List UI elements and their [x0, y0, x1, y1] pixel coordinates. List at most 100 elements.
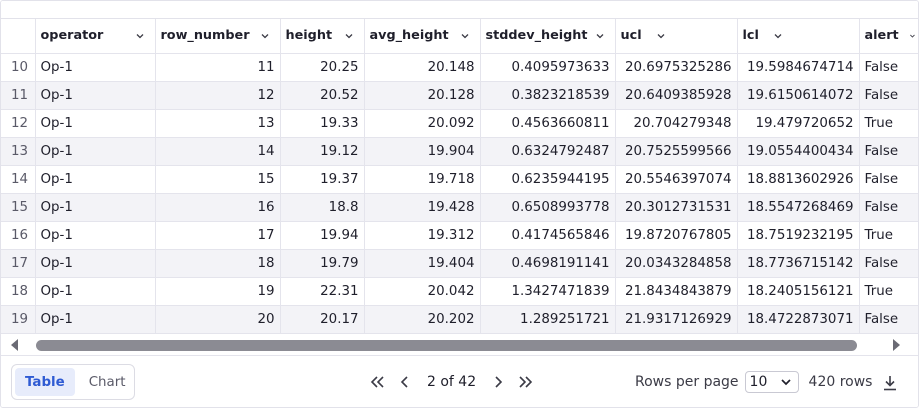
row-index: 14	[1, 165, 36, 194]
pagination: 2 of 42	[367, 370, 536, 394]
chevron-down-icon[interactable]	[909, 31, 916, 41]
cell-ucl: 20.3012731531	[615, 193, 738, 222]
cell-ucl: 20.5546397074	[615, 165, 738, 194]
scroll-left-arrow-icon[interactable]	[9, 338, 21, 352]
table-row[interactable]: 11 Op-1 12 20.52 20.128 0.3823218539 20.640938…	[1, 81, 918, 110]
chart-view-tab[interactable]: Chart	[79, 368, 136, 396]
horizontal-scrollbar[interactable]	[1, 333, 918, 355]
cell-alert: False	[859, 305, 918, 333]
row-index: 18	[1, 277, 36, 306]
cell-operator: Op-1	[35, 221, 156, 250]
header-avg-height[interactable]: avg_height	[364, 19, 481, 54]
rows-per-page-select[interactable]: 10	[744, 371, 799, 393]
cell-stddev-height: 0.3823218539	[480, 81, 616, 110]
download-icon[interactable]	[881, 374, 899, 392]
cell-lcl: 19.479720652	[737, 109, 860, 138]
chevron-down-icon[interactable]	[135, 31, 145, 41]
cell-row-number: 11	[155, 53, 281, 82]
cell-ucl: 19.8720767805	[615, 221, 738, 250]
header-label: lcl	[742, 28, 759, 44]
cell-height: 20.25	[280, 53, 365, 82]
prev-page-button[interactable]	[395, 372, 415, 392]
cell-ucl: 20.6975325286	[615, 53, 738, 82]
cell-ucl: 21.9317126929	[615, 305, 738, 333]
cell-row-number: 14	[155, 137, 281, 166]
cell-alert: False	[859, 193, 918, 222]
cell-alert: True	[859, 277, 918, 306]
chevron-down-icon[interactable]	[344, 31, 354, 41]
toolbar-strip	[1, 1, 918, 19]
header-operator[interactable]: operator	[35, 19, 156, 54]
cell-lcl: 19.0554400434	[737, 137, 860, 166]
table-row[interactable]: 17 Op-1 18 19.79 19.404 0.4698191141 20.034328…	[1, 249, 918, 278]
scroll-right-arrow-icon[interactable]	[890, 338, 902, 352]
header-row-number[interactable]: row_number	[155, 19, 281, 54]
header-lcl[interactable]: lcl	[737, 19, 860, 54]
table-row[interactable]: 10 Op-1 11 20.25 20.148 0.4095973633 20.697532…	[1, 53, 918, 82]
rows-per-page-label: Rows per page	[635, 374, 739, 390]
cell-lcl: 18.2405156121	[737, 277, 860, 306]
chevron-down-icon	[780, 379, 791, 386]
table-row[interactable]: 19 Op-1 20 20.17 20.202 1.289251721 21.9317126…	[1, 305, 918, 333]
row-index: 10	[1, 53, 36, 82]
row-index: 16	[1, 221, 36, 250]
header-height[interactable]: height	[280, 19, 365, 54]
cell-row-number: 15	[155, 165, 281, 194]
table-row[interactable]: 13 Op-1 14 19.12 19.904 0.6324792487 20.752559…	[1, 137, 918, 166]
chevron-down-icon[interactable]	[595, 31, 605, 41]
header-row: operator row_number height avg_height st…	[1, 19, 918, 54]
header-label: row_number	[160, 28, 250, 44]
cell-stddev-height: 0.4698191141	[480, 249, 616, 278]
next-page-button[interactable]	[488, 372, 508, 392]
header-label: height	[285, 28, 333, 44]
table-row[interactable]: 16 Op-1 17 19.94 19.312 0.4174565846 19.872076…	[1, 221, 918, 250]
cell-row-number: 19	[155, 277, 281, 306]
first-page-button[interactable]	[367, 372, 387, 392]
header-alert[interactable]: alert	[859, 19, 918, 54]
chevron-right-icon	[495, 376, 503, 388]
header-label: avg_height	[369, 28, 449, 44]
view-toggle: Table Chart	[11, 364, 135, 400]
header-stddev-height[interactable]: stddev_height	[480, 19, 616, 54]
table-view-tab[interactable]: Table	[15, 368, 75, 396]
cell-lcl: 18.8813602926	[737, 165, 860, 194]
table-row[interactable]: 18 Op-1 19 22.31 20.042 1.3427471839 21.843484…	[1, 277, 918, 306]
cell-row-number: 18	[155, 249, 281, 278]
table-row[interactable]: 12 Op-1 13 19.33 20.092 0.4563660811 20.704279…	[1, 109, 918, 138]
cell-avg-height: 20.092	[364, 109, 481, 138]
cell-row-number: 12	[155, 81, 281, 110]
cell-row-number: 20	[155, 305, 281, 333]
cell-height: 19.94	[280, 221, 365, 250]
cell-avg-height: 20.042	[364, 277, 481, 306]
chevron-down-icon[interactable]	[773, 31, 783, 41]
cell-height: 22.31	[280, 277, 365, 306]
header-ucl[interactable]: ucl	[615, 19, 738, 54]
row-index: 15	[1, 193, 36, 222]
cell-alert: True	[859, 109, 918, 138]
cell-ucl: 21.8434843879	[615, 277, 738, 306]
cell-operator: Op-1	[35, 81, 156, 110]
cell-operator: Op-1	[35, 277, 156, 306]
page-indicator: 2 of 42	[427, 374, 477, 390]
scrollbar-thumb[interactable]	[36, 340, 857, 351]
table-row[interactable]: 14 Op-1 15 19.37 19.718 0.6235944195 20.554639…	[1, 165, 918, 194]
cell-ucl: 20.704279348	[615, 109, 738, 138]
table-footer: Table Chart 2 of 42 Rows per page 10 420…	[1, 355, 918, 407]
chevron-down-icon[interactable]	[260, 31, 270, 41]
rows-per-page: Rows per page 10 420 rows	[635, 370, 872, 394]
row-index: 19	[1, 305, 36, 333]
cell-alert: False	[859, 137, 918, 166]
cell-stddev-height: 0.6324792487	[480, 137, 616, 166]
cell-alert: False	[859, 165, 918, 194]
cell-height: 20.52	[280, 81, 365, 110]
row-index: 17	[1, 249, 36, 278]
double-chevron-left-icon	[370, 376, 384, 388]
chevron-down-icon[interactable]	[460, 31, 470, 41]
table-row[interactable]: 15 Op-1 16 18.8 19.428 0.6508993778 20.3012731…	[1, 193, 918, 222]
cell-avg-height: 19.718	[364, 165, 481, 194]
chevron-down-icon[interactable]	[656, 31, 666, 41]
cell-avg-height: 20.202	[364, 305, 481, 333]
cell-operator: Op-1	[35, 249, 156, 278]
last-page-button[interactable]	[516, 372, 536, 392]
cell-row-number: 17	[155, 221, 281, 250]
